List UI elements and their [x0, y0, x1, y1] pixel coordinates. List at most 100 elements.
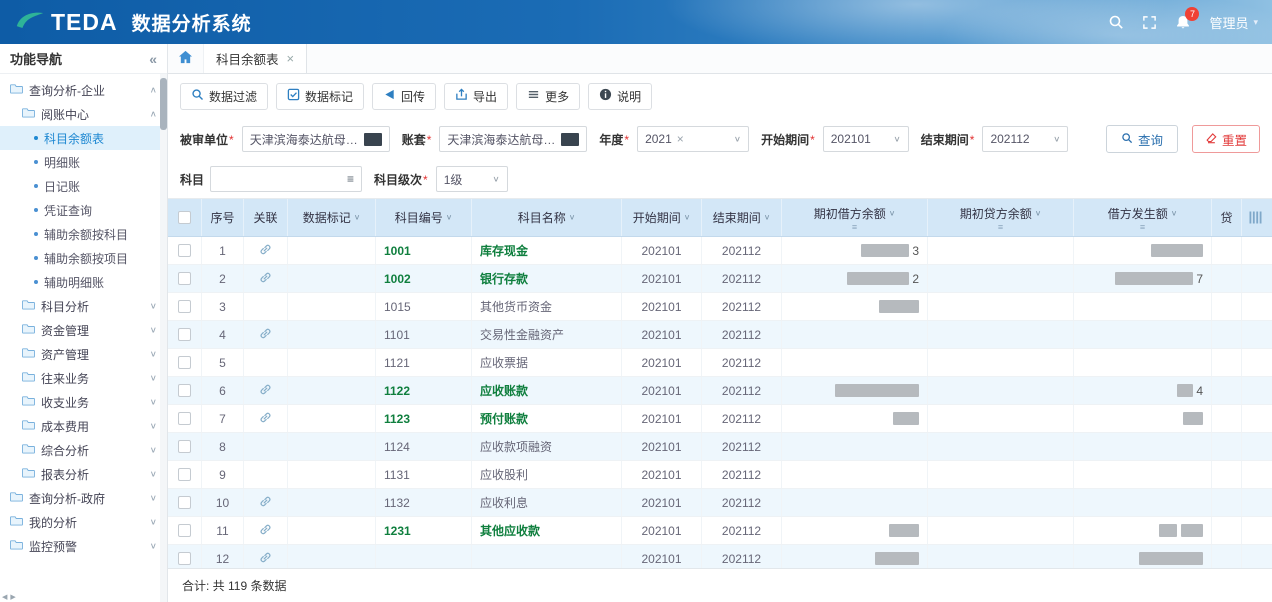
sidebar-item-12[interactable]: 往来业务∨	[0, 366, 167, 390]
link-icon[interactable]	[259, 411, 272, 427]
sort-caret-icon[interactable]: ∨	[684, 213, 691, 222]
table-row[interactable]: 41101交易性金融资产202101202112	[168, 321, 1272, 349]
remove-tag-icon[interactable]: ×	[677, 132, 684, 146]
column-sum-icon[interactable]: ≡	[1140, 223, 1145, 231]
more-button[interactable]: 更多	[516, 83, 580, 110]
notification-bell-icon[interactable]: 7	[1175, 14, 1191, 31]
sidebar-item-6[interactable]: 辅助余额按科目	[0, 222, 167, 246]
data-mark-button[interactable]: 数据标记	[276, 83, 364, 110]
end-period-select[interactable]: 202112 ∨	[982, 126, 1068, 152]
close-tab-icon[interactable]: ×	[287, 51, 295, 66]
link-icon[interactable]	[259, 495, 272, 511]
col-header-name[interactable]: 科目名称∨	[472, 199, 622, 236]
row-checkbox[interactable]	[178, 412, 191, 425]
sidebar-collapse-icon[interactable]: «	[149, 51, 157, 67]
sidebar-item-9[interactable]: 科目分析∨	[0, 294, 167, 318]
sidebar-item-1[interactable]: 阅账中心∧	[0, 102, 167, 126]
link-icon[interactable]	[259, 383, 272, 399]
subject-input[interactable]: ≡	[210, 166, 362, 192]
col-header-end[interactable]: 结束期间∨	[702, 199, 782, 236]
col-header-start[interactable]: 开始期间∨	[622, 199, 702, 236]
column-sum-icon[interactable]: ≡	[998, 223, 1003, 231]
sort-caret-icon[interactable]: ∨	[889, 208, 896, 217]
year-select[interactable]: 2021 × ∨	[637, 126, 749, 152]
export-button[interactable]: 导出	[444, 83, 508, 110]
sidebar-scrollbar[interactable]	[160, 74, 167, 602]
sidebar-item-5[interactable]: 凭证查询	[0, 198, 167, 222]
link-icon[interactable]	[259, 551, 272, 567]
column-settings-icon[interactable]	[1242, 199, 1268, 236]
sidebar-item-16[interactable]: 报表分析∨	[0, 462, 167, 486]
scroll-right-icon[interactable]: ▶	[10, 593, 15, 601]
col-header-seq[interactable]: 序号	[202, 199, 244, 236]
col-header-ob[interactable]: 期初借方余额∨≡	[782, 199, 928, 236]
table-row[interactable]: 61122应收账款2021012021124	[168, 377, 1272, 405]
col-header-code[interactable]: 科目编号∨	[376, 199, 472, 236]
home-tab-button[interactable]	[168, 44, 204, 73]
row-checkbox[interactable]	[178, 552, 191, 565]
row-checkbox[interactable]	[178, 496, 191, 509]
sort-caret-icon[interactable]: ∨	[1171, 208, 1178, 217]
col-header-oc[interactable]: 期初贷方余额∨≡	[928, 199, 1074, 236]
row-checkbox[interactable]	[178, 328, 191, 341]
col-header-dr[interactable]: 借方发生额∨≡	[1074, 199, 1212, 236]
sidebar-item-14[interactable]: 成本费用∨	[0, 414, 167, 438]
send-back-button[interactable]: 回传	[372, 83, 436, 110]
help-button[interactable]: 说明	[588, 83, 652, 110]
sidebar-item-13[interactable]: 收支业务∨	[0, 390, 167, 414]
sort-caret-icon[interactable]: ∨	[1035, 208, 1042, 217]
table-row[interactable]: 11001库存现金2021012021123	[168, 237, 1272, 265]
audited-unit-input[interactable]: 天津滨海泰达航母旅游集团	[242, 126, 390, 152]
ledger-input[interactable]: 天津滨海泰达航母旅游集团	[439, 126, 587, 152]
tab-subject-balance[interactable]: 科目余额表 ×	[204, 44, 307, 73]
data-filter-button[interactable]: 数据过滤	[180, 83, 268, 110]
row-checkbox[interactable]	[178, 300, 191, 313]
link-icon[interactable]	[259, 327, 272, 343]
sidebar-item-15[interactable]: 综合分析∨	[0, 438, 167, 462]
table-row[interactable]: 21002银行存款20210120211227	[168, 265, 1272, 293]
row-checkbox[interactable]	[178, 356, 191, 369]
sidebar-item-0[interactable]: 查询分析-企业∧	[0, 78, 167, 102]
sidebar-item-4[interactable]: 日记账	[0, 174, 167, 198]
table-row[interactable]: 81124应收款项融资202101202112	[168, 433, 1272, 461]
table-row[interactable]: 91131应收股利202101202112	[168, 461, 1272, 489]
sort-caret-icon[interactable]: ∨	[354, 213, 361, 222]
row-checkbox[interactable]	[178, 384, 191, 397]
link-icon[interactable]	[259, 243, 272, 259]
sidebar-item-19[interactable]: 监控预警∨	[0, 534, 167, 558]
select-all-checkbox[interactable]	[178, 211, 191, 224]
scroll-left-icon[interactable]: ◀	[2, 593, 7, 601]
row-checkbox[interactable]	[178, 468, 191, 481]
sidebar-item-2[interactable]: 科目余额表	[0, 126, 167, 150]
query-button[interactable]: 查询	[1106, 125, 1178, 153]
table-row[interactable]: 51121应收票据202101202112	[168, 349, 1272, 377]
fullscreen-icon[interactable]	[1142, 15, 1157, 30]
user-menu[interactable]: 管理员 ▾	[1209, 13, 1258, 32]
sidebar-item-7[interactable]: 辅助余额按项目	[0, 246, 167, 270]
row-checkbox[interactable]	[178, 272, 191, 285]
row-checkbox[interactable]	[178, 524, 191, 537]
row-checkbox[interactable]	[178, 440, 191, 453]
sort-caret-icon[interactable]: ∨	[569, 213, 576, 222]
start-period-select[interactable]: 202101 ∨	[823, 126, 909, 152]
sort-caret-icon[interactable]: ∨	[764, 213, 771, 222]
sidebar-item-8[interactable]: 辅助明细账	[0, 270, 167, 294]
sidebar-item-17[interactable]: 查询分析-政府∨	[0, 486, 167, 510]
table-row[interactable]: 101132应收利息202101202112	[168, 489, 1272, 517]
sidebar-item-18[interactable]: 我的分析∨	[0, 510, 167, 534]
sidebar-item-11[interactable]: 资产管理∨	[0, 342, 167, 366]
subject-level-select[interactable]: 1级 ∨	[436, 166, 508, 192]
table-row[interactable]: 111231其他应收款202101202112	[168, 517, 1272, 545]
col-header-cr[interactable]: 贷	[1212, 199, 1242, 236]
col-header-cb[interactable]	[168, 199, 202, 236]
col-header-mark[interactable]: 数据标记∨	[288, 199, 376, 236]
table-row[interactable]: 12202101202112	[168, 545, 1272, 568]
sidebar-scroll-thumb[interactable]	[160, 78, 167, 130]
table-row[interactable]: 71123预付账款202101202112	[168, 405, 1272, 433]
sort-caret-icon[interactable]: ∨	[446, 213, 453, 222]
link-icon[interactable]	[259, 523, 272, 539]
reset-button[interactable]: 重置	[1192, 125, 1260, 153]
sidebar-item-10[interactable]: 资金管理∨	[0, 318, 167, 342]
link-icon[interactable]	[259, 271, 272, 287]
table-row[interactable]: 31015其他货币资金202101202112	[168, 293, 1272, 321]
